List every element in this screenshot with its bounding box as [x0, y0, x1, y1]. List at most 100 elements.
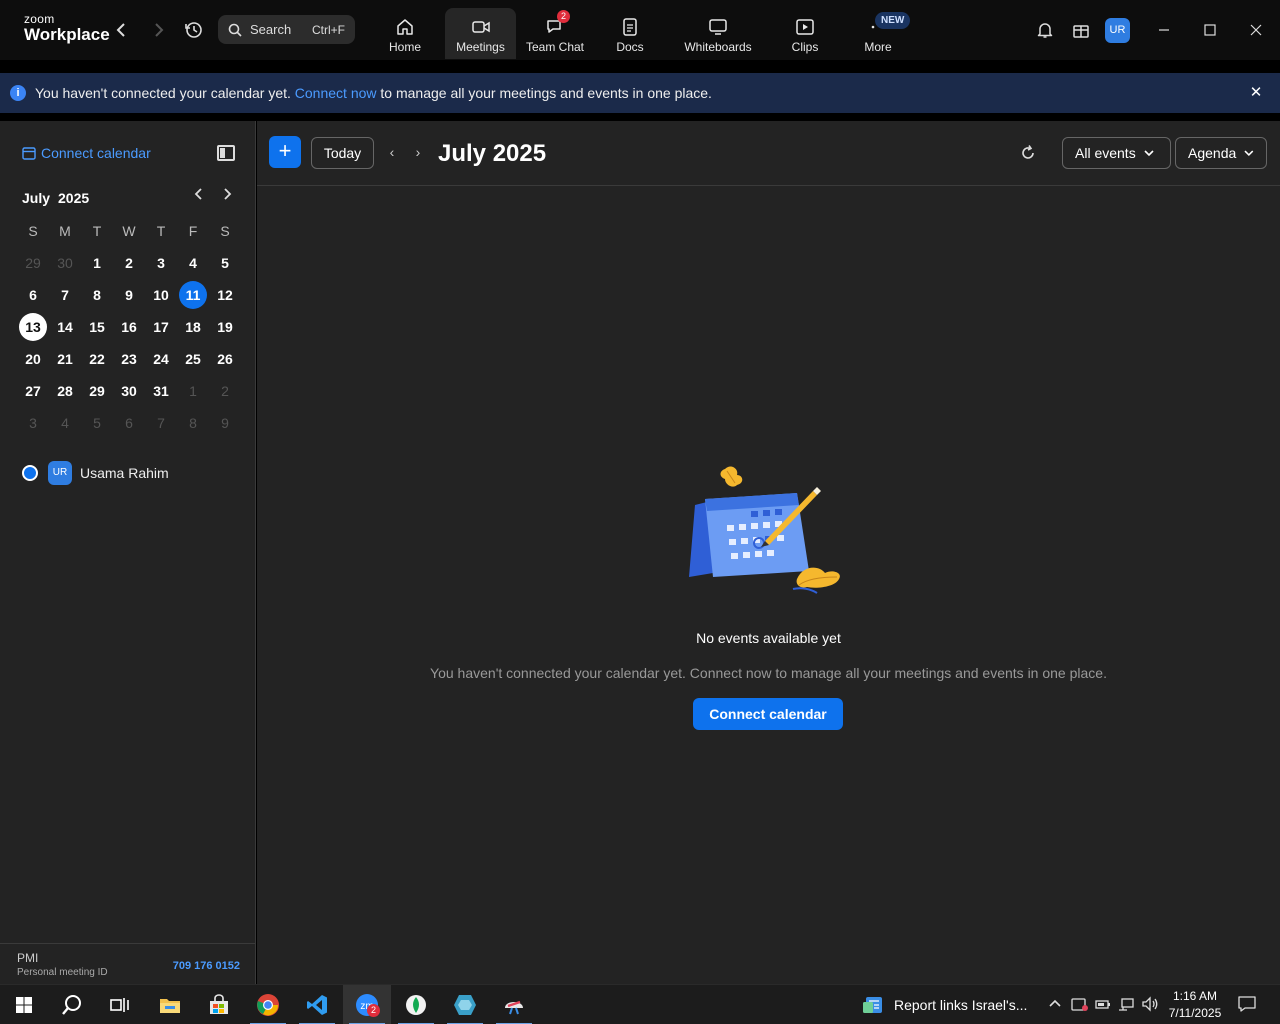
calendar-day[interactable]: 31	[145, 375, 177, 407]
calendar-day-number: 2	[221, 383, 229, 399]
pmi-id[interactable]: 709 176 0152	[173, 960, 240, 972]
calendar-day[interactable]: 2	[113, 247, 145, 279]
calendar-day[interactable]: 30	[49, 247, 81, 279]
gift-icon[interactable]	[1069, 18, 1093, 42]
calendar-day[interactable]: 30	[113, 375, 145, 407]
calendar-day[interactable]: 29	[81, 375, 113, 407]
task-view-icon[interactable]	[96, 985, 144, 1024]
tray-expand-icon[interactable]	[1046, 996, 1064, 1014]
store-icon[interactable]	[195, 985, 243, 1024]
calendar-day[interactable]: 20	[17, 343, 49, 375]
calendar-day[interactable]: 22	[81, 343, 113, 375]
mini-month: July	[22, 190, 51, 206]
view-dropdown[interactable]: Agenda	[1175, 137, 1267, 169]
snipping-tool-icon[interactable]	[490, 985, 538, 1024]
app-diamond-icon[interactable]	[441, 985, 489, 1024]
calendar-day[interactable]: 3	[17, 407, 49, 439]
notification-center-icon[interactable]	[1238, 996, 1256, 1012]
calendar-day[interactable]: 11	[177, 279, 209, 311]
calendar-day[interactable]: 26	[209, 343, 241, 375]
calendar-day[interactable]: 16	[113, 311, 145, 343]
calendar-day[interactable]: 1	[81, 247, 113, 279]
calendar-day-number: 8	[189, 415, 197, 431]
calendar-day[interactable]: 28	[49, 375, 81, 407]
banner-connect-link[interactable]: Connect now	[295, 85, 377, 101]
file-explorer-icon[interactable]	[146, 985, 194, 1024]
add-event-button[interactable]: +	[269, 136, 301, 168]
calendar-day[interactable]: 6	[113, 407, 145, 439]
tab-docs[interactable]: Docs	[605, 8, 655, 59]
history-icon[interactable]	[182, 18, 206, 42]
chrome-icon[interactable]	[244, 985, 292, 1024]
calendar-day[interactable]: 17	[145, 311, 177, 343]
calendar-day[interactable]: 9	[209, 407, 241, 439]
taskbar-search-icon[interactable]	[48, 985, 96, 1024]
system-clock[interactable]: 1:16 AM 7/11/2025	[1160, 988, 1230, 1022]
calendar-day[interactable]: 27	[17, 375, 49, 407]
next-period-icon[interactable]: ›	[410, 143, 426, 161]
mini-prev-month-icon[interactable]	[190, 187, 208, 205]
calendar-day[interactable]: 1	[177, 375, 209, 407]
mini-next-month-icon[interactable]	[218, 187, 236, 205]
maximize-icon[interactable]	[1195, 15, 1225, 45]
calendar-day[interactable]: 8	[177, 407, 209, 439]
battery-icon[interactable]	[1094, 996, 1112, 1014]
tab-home[interactable]: Home	[375, 8, 435, 59]
calendar-day[interactable]: 25	[177, 343, 209, 375]
calendar-day[interactable]: 15	[81, 311, 113, 343]
calendar-day[interactable]: 7	[49, 279, 81, 311]
calendar-day[interactable]: 23	[113, 343, 145, 375]
connect-calendar-link[interactable]: Connect calendar	[22, 145, 151, 161]
close-window-icon[interactable]	[1241, 15, 1271, 45]
calendar-day[interactable]: 3	[145, 247, 177, 279]
minimize-icon[interactable]	[1149, 15, 1179, 45]
calendar-day[interactable]: 4	[177, 247, 209, 279]
tab-meetings[interactable]: Meetings	[445, 8, 516, 59]
calendar-day[interactable]: 24	[145, 343, 177, 375]
close-icon[interactable]: ✕	[1248, 85, 1264, 101]
tab-clips[interactable]: Clips	[785, 8, 825, 59]
calendar-day[interactable]: 12	[209, 279, 241, 311]
refresh-icon[interactable]	[1019, 144, 1037, 162]
calendar-day-number: 15	[89, 319, 105, 335]
calendar-day[interactable]: 14	[49, 311, 81, 343]
calendar-day[interactable]: 2	[209, 375, 241, 407]
volume-icon[interactable]	[1141, 996, 1159, 1014]
windows-start-icon[interactable]	[0, 985, 48, 1024]
calendar-day[interactable]: 10	[145, 279, 177, 311]
calendar-day[interactable]: 9	[113, 279, 145, 311]
tab-clips-label: Clips	[791, 40, 819, 54]
user-radio[interactable]	[22, 465, 38, 481]
calendar-day[interactable]: 29	[17, 247, 49, 279]
calendar-user-row[interactable]: UR Usama Rahim	[22, 461, 169, 485]
calendar-day[interactable]: 5	[81, 407, 113, 439]
prev-period-icon[interactable]: ‹	[384, 143, 400, 161]
tab-whiteboards[interactable]: Whiteboards	[676, 8, 760, 59]
calendar-day[interactable]: 7	[145, 407, 177, 439]
sidebar-toggle-icon[interactable]	[217, 145, 235, 161]
calendar-day[interactable]: 4	[49, 407, 81, 439]
forward-arrow-icon[interactable]	[146, 18, 170, 42]
bell-icon[interactable]	[1033, 18, 1057, 42]
calendar-day[interactable]: 13	[17, 311, 49, 343]
meet-now-icon[interactable]	[1071, 996, 1089, 1014]
calendar-day[interactable]: 6	[17, 279, 49, 311]
connect-calendar-button[interactable]: Connect calendar	[693, 698, 843, 730]
calendar-day[interactable]: 21	[49, 343, 81, 375]
avatar[interactable]: UR	[1105, 18, 1130, 43]
calendar-day[interactable]: 19	[209, 311, 241, 343]
zoom-taskbar-icon[interactable]: zm 2	[343, 985, 391, 1024]
vscode-icon[interactable]	[293, 985, 341, 1024]
calendar-day[interactable]: 5	[209, 247, 241, 279]
calendar-day[interactable]: 18	[177, 311, 209, 343]
event-filter-dropdown[interactable]: All events	[1062, 137, 1171, 169]
today-button[interactable]: Today	[311, 137, 374, 169]
network-icon[interactable]	[1117, 996, 1135, 1014]
search-box[interactable]: Search Ctrl+F	[218, 15, 355, 44]
news-widget[interactable]: Report links Israel's...	[862, 985, 1027, 1024]
pmi-panel[interactable]: PMI Personal meeting ID 709 176 0152	[0, 943, 256, 984]
mongodb-icon[interactable]	[392, 985, 440, 1024]
back-arrow-icon[interactable]	[110, 18, 134, 42]
tab-team-chat[interactable]: Team Chat 2	[522, 8, 588, 59]
calendar-day[interactable]: 8	[81, 279, 113, 311]
